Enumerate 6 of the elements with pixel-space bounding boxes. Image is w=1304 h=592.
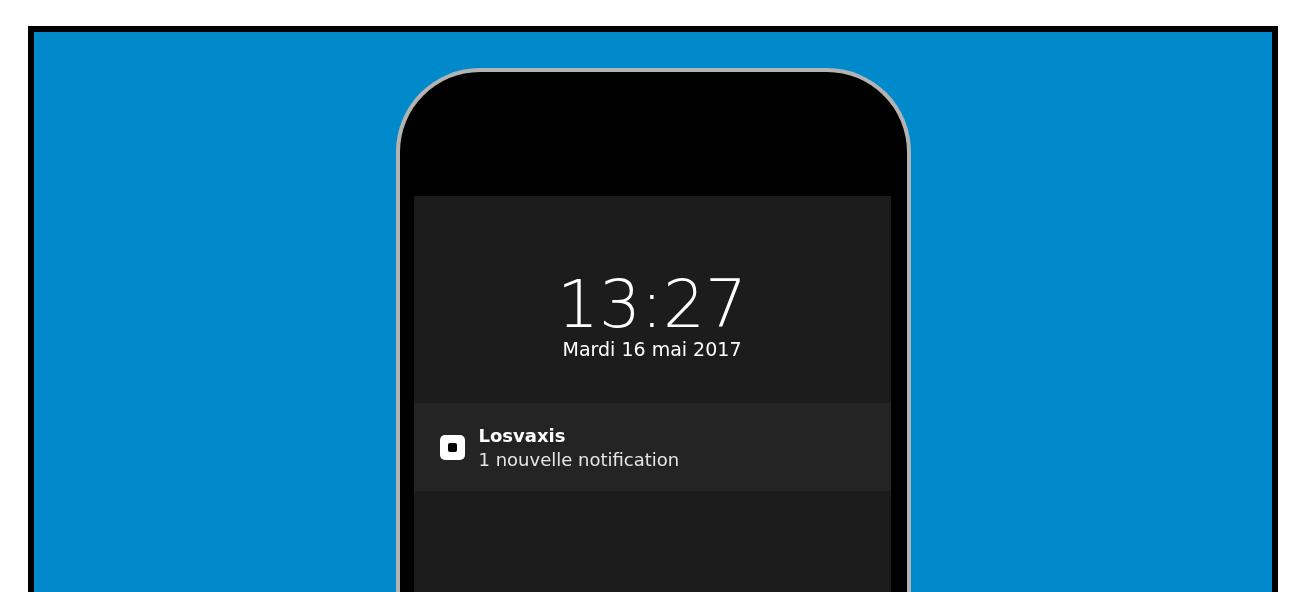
clock-date: Mardi 16 mai 2017 <box>562 338 742 360</box>
notification-app-name: Losvaxis <box>478 424 567 446</box>
clock-time: 13:27 <box>556 270 748 340</box>
notification-message: 1 nouvelle notification <box>478 448 680 470</box>
notification[interactable]: Losvaxis 1 nouvelle notification <box>413 403 891 491</box>
app-icon <box>439 434 465 460</box>
